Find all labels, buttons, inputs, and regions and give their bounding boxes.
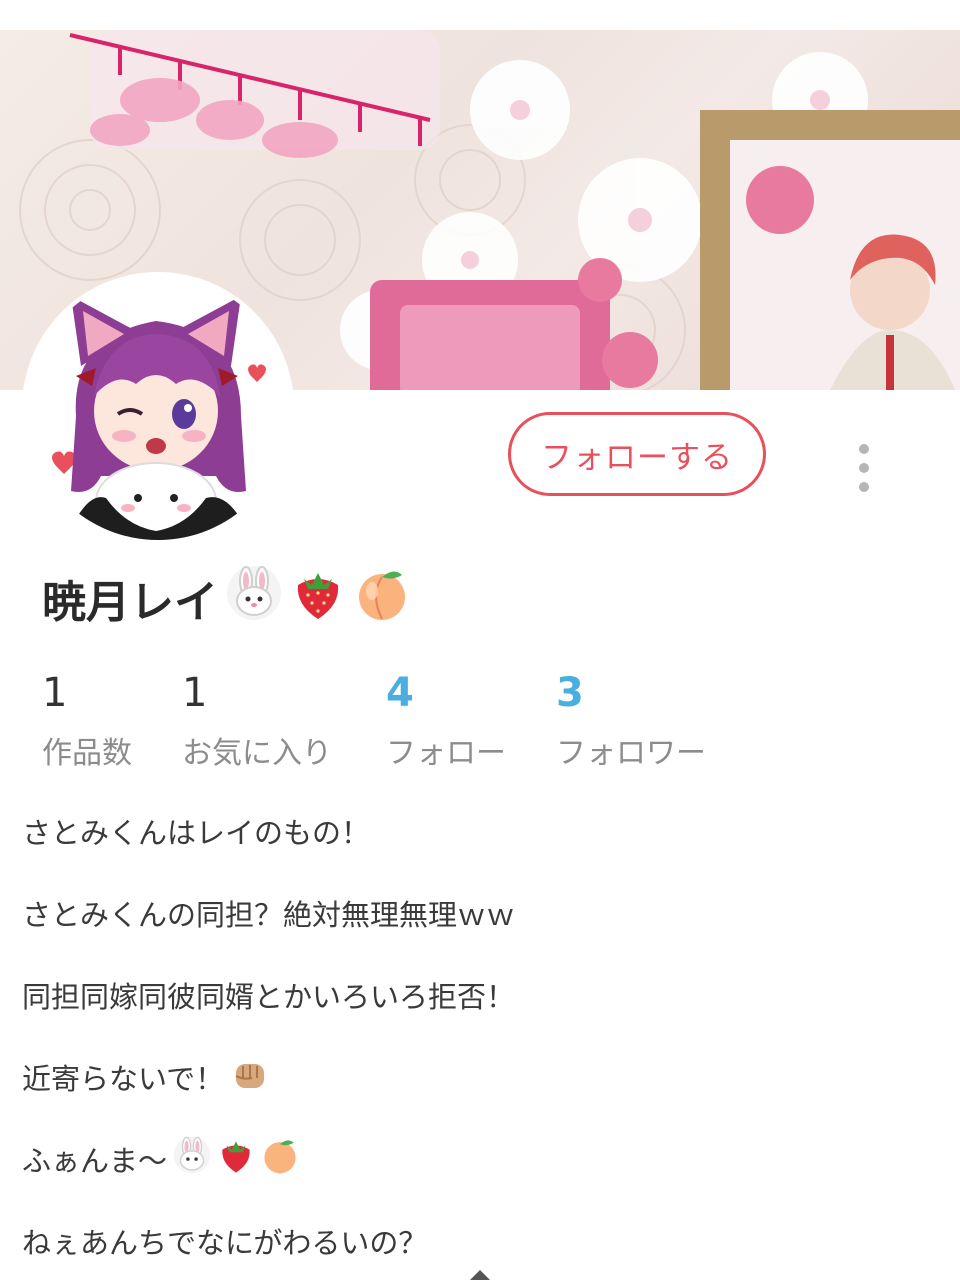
peach-icon (261, 1136, 299, 1174)
stat-following-value: 4 (386, 670, 414, 716)
menu-dot (859, 463, 869, 473)
profile-bio: さとみくんはレイのもの！ さとみくんの同担？絶対無理無理ｗｗ 同担同嫁同彼同婿と… (22, 808, 922, 1280)
stat-followers[interactable]: 3 フォロワー (556, 668, 706, 774)
peach-icon (354, 565, 410, 632)
stat-following-label: フォロー (386, 736, 506, 771)
stat-works-label: 作品数 (42, 736, 132, 771)
stat-works[interactable]: 1 作品数 (42, 668, 132, 774)
bio-text: 近寄らないで！ (22, 1062, 225, 1096)
stat-favorites-label: お気に入り (182, 736, 332, 771)
bio-text: 同担同嫁同彼同婿とかいろいろ拒否！ (22, 980, 516, 1014)
scroll-up-indicator (470, 1270, 490, 1280)
fist-icon (230, 1054, 270, 1094)
rabbit-face-icon (226, 565, 282, 632)
vertical-dots-icon[interactable] (846, 438, 882, 498)
bio-text: ふぁんま〜 (22, 1144, 168, 1178)
stat-following[interactable]: 4 フォロー (386, 668, 506, 774)
bio-line: さとみくんはレイのもの！ (22, 808, 922, 890)
bio-text: ねぇあんちでなにがわるいの？ (22, 1226, 428, 1260)
strawberry-icon (290, 565, 346, 632)
profile-page: フォローする 暁月レイ 1 作品数 1 お気に入り 4 フォロー 3 フォロワー… (0, 0, 960, 1280)
follow-button[interactable]: フォローする (508, 412, 766, 496)
bio-line: ふぁんま〜 (22, 1136, 922, 1218)
stat-favorites-value: 1 (182, 670, 208, 716)
bio-line: 同担同嫁同彼同婿とかいろいろ拒否！ (22, 972, 922, 1054)
status-strip (0, 0, 960, 30)
menu-dot (859, 482, 869, 492)
profile-name-text: 暁月レイ (42, 577, 218, 628)
stat-works-value: 1 (42, 670, 68, 716)
menu-dot (859, 444, 869, 454)
stat-favorites[interactable]: 1 お気に入り (182, 668, 332, 774)
rabbit-face-icon (173, 1136, 211, 1174)
bio-line: さとみくんの同担？絶対無理無理ｗｗ (22, 890, 922, 972)
profile-name: 暁月レイ (42, 565, 410, 632)
strawberry-icon (217, 1136, 255, 1174)
bio-text: さとみくんはレイのもの！ (22, 816, 371, 850)
stat-followers-label: フォロワー (556, 736, 706, 771)
bio-text: さとみくんの同担？絶対無理無理ｗｗ (22, 898, 516, 932)
avatar[interactable] (22, 272, 294, 544)
stat-followers-value: 3 (556, 670, 584, 716)
bio-line: 近寄らないで！ (22, 1054, 922, 1136)
